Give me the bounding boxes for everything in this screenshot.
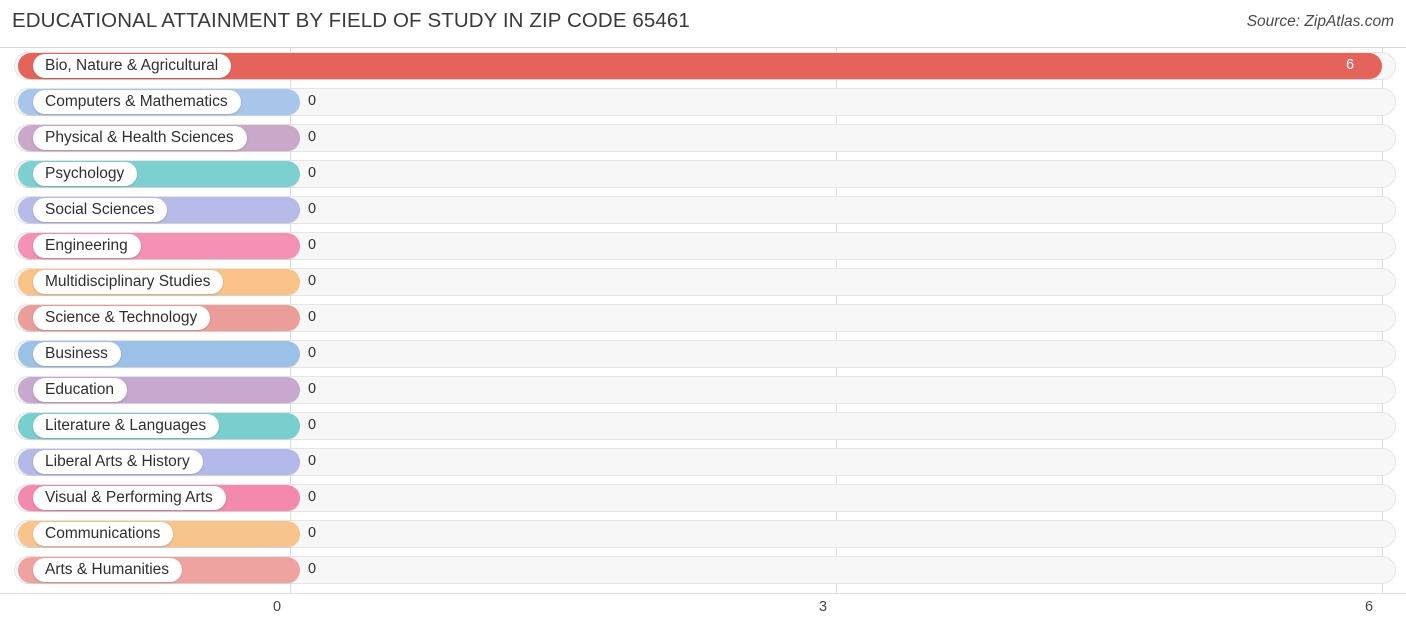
x-axis: 0 3 6 bbox=[0, 594, 1406, 631]
category-label-pill: Business bbox=[33, 342, 121, 366]
category-label-pill: Physical & Health Sciences bbox=[33, 126, 247, 150]
bar-value-label: 0 bbox=[308, 237, 317, 253]
bar-value-label: 6 bbox=[1346, 57, 1355, 73]
bar-row[interactable]: Communications 0 bbox=[0, 516, 1406, 552]
bar-row[interactable]: Arts & Humanities 0 bbox=[0, 552, 1406, 588]
bar-value-label: 0 bbox=[308, 345, 317, 361]
bar-value-label: 0 bbox=[308, 525, 317, 541]
bar-row[interactable]: Liberal Arts & History 0 bbox=[0, 444, 1406, 480]
x-tick-label: 3 bbox=[818, 599, 828, 615]
bar-row[interactable]: Business 0 bbox=[0, 336, 1406, 372]
category-label-pill: Computers & Mathematics bbox=[33, 90, 241, 114]
category-label: Computers & Mathematics bbox=[45, 93, 228, 111]
chart-header: EDUCATIONAL ATTAINMENT BY FIELD OF STUDY… bbox=[0, 0, 1406, 47]
category-label: Multidisciplinary Studies bbox=[45, 273, 211, 291]
category-label: Bio, Nature & Agricultural bbox=[45, 57, 219, 75]
x-tick-label: 6 bbox=[1364, 599, 1374, 615]
bar-value-label: 0 bbox=[308, 489, 317, 505]
bar-row[interactable]: Social Sciences 0 bbox=[0, 192, 1406, 228]
category-label-pill: Social Sciences bbox=[33, 198, 168, 222]
bar-value-label: 0 bbox=[308, 561, 317, 577]
category-label: Business bbox=[45, 345, 108, 363]
category-label: Education bbox=[45, 381, 114, 399]
category-label-pill: Visual & Performing Arts bbox=[33, 486, 226, 510]
bar-row[interactable]: Engineering 0 bbox=[0, 228, 1406, 264]
bar-row[interactable]: Psychology 0 bbox=[0, 156, 1406, 192]
bar-value-label: 0 bbox=[308, 201, 317, 217]
category-label: Psychology bbox=[45, 165, 125, 183]
bar-row[interactable]: Bio, Nature & Agricultural 6 bbox=[0, 48, 1406, 84]
category-label-pill: Psychology bbox=[33, 162, 138, 186]
category-label-pill: Engineering bbox=[33, 234, 141, 258]
bar-row[interactable]: Physical & Health Sciences 0 bbox=[0, 120, 1406, 156]
source-attribution: Source: ZipAtlas.com bbox=[1246, 13, 1394, 30]
bar-value-label: 0 bbox=[308, 165, 317, 181]
bar-row[interactable]: Literature & Languages 0 bbox=[0, 408, 1406, 444]
bar-value-label: 0 bbox=[308, 381, 317, 397]
category-label-pill: Literature & Languages bbox=[33, 414, 220, 438]
category-label-pill: Multidisciplinary Studies bbox=[33, 270, 224, 294]
category-label: Liberal Arts & History bbox=[45, 453, 190, 471]
bar-value-label: 0 bbox=[308, 273, 317, 289]
category-label: Literature & Languages bbox=[45, 417, 207, 435]
x-tick-label: 0 bbox=[272, 599, 282, 615]
bar-row[interactable]: Visual & Performing Arts 0 bbox=[0, 480, 1406, 516]
category-label: Communications bbox=[45, 525, 161, 543]
category-label-pill: Communications bbox=[33, 522, 174, 546]
category-label: Science & Technology bbox=[45, 309, 198, 327]
category-label-pill: Liberal Arts & History bbox=[33, 450, 203, 474]
bar-value-label: 0 bbox=[308, 309, 317, 325]
bar-value-label: 0 bbox=[308, 129, 317, 145]
category-label: Engineering bbox=[45, 237, 128, 255]
category-label-pill: Bio, Nature & Agricultural bbox=[33, 54, 232, 78]
category-label: Visual & Performing Arts bbox=[45, 489, 213, 507]
page-title: EDUCATIONAL ATTAINMENT BY FIELD OF STUDY… bbox=[12, 9, 690, 32]
category-label-pill: Science & Technology bbox=[33, 306, 211, 330]
category-label: Physical & Health Sciences bbox=[45, 129, 234, 147]
category-label-pill: Education bbox=[33, 378, 127, 402]
bar-row[interactable]: Computers & Mathematics 0 bbox=[0, 84, 1406, 120]
bar-value-label: 0 bbox=[308, 453, 317, 469]
bar-value-label: 0 bbox=[308, 93, 317, 109]
bar-rows: Bio, Nature & Agricultural 6 Computers & M… bbox=[0, 48, 1406, 588]
bar-row[interactable]: Education 0 bbox=[0, 372, 1406, 408]
bar-value-label: 0 bbox=[308, 417, 317, 433]
category-label: Arts & Humanities bbox=[45, 561, 170, 579]
bar-row[interactable]: Multidisciplinary Studies 0 bbox=[0, 264, 1406, 300]
category-label-pill: Arts & Humanities bbox=[33, 558, 183, 582]
category-label: Social Sciences bbox=[45, 201, 155, 219]
bar-row[interactable]: Science & Technology 0 bbox=[0, 300, 1406, 336]
chart-plot-area: Bio, Nature & Agricultural 6 Computers & M… bbox=[0, 47, 1406, 594]
